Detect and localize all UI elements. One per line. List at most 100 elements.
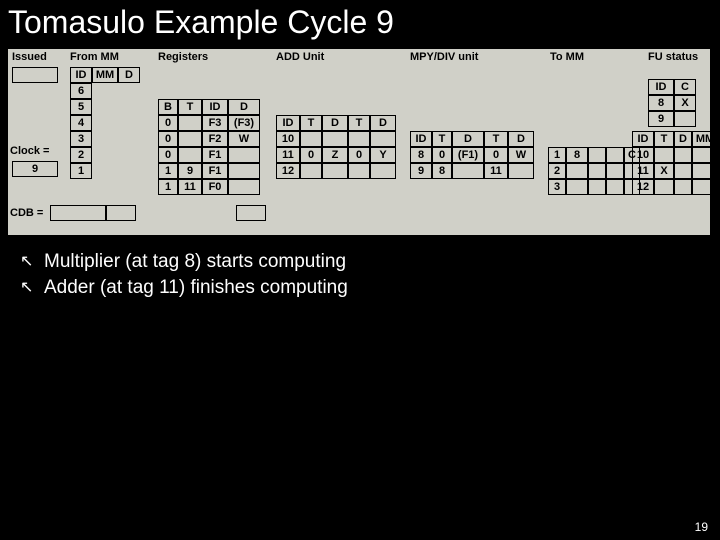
bullet-item: Multiplier (at tag 8) starts computing — [20, 249, 700, 275]
add-r1-1: 0 — [300, 147, 322, 163]
tomasulo-diagram: Issued From MM Registers ADD Unit MPY/DI… — [8, 49, 710, 235]
add-r1-0: 11 — [276, 147, 300, 163]
add-r1-4: Y — [370, 147, 396, 163]
reg-r3-0: 1 — [158, 163, 178, 179]
add-h0: ID — [276, 115, 300, 131]
fu-r0-0: 8 — [648, 95, 674, 111]
hdr-issued: Issued — [12, 51, 47, 63]
tomm-r1-0: 2 — [548, 163, 566, 179]
ful-r1-0: 11 — [632, 163, 654, 179]
mpy-h1: T — [432, 131, 452, 147]
reg-r4-0: 1 — [158, 179, 178, 195]
fu-r1-1 — [674, 111, 696, 127]
reg-r1-0: 0 — [158, 131, 178, 147]
mpy-r1-2 — [452, 163, 484, 179]
add-r2-0: 12 — [276, 163, 300, 179]
mpy-h2: D — [452, 131, 484, 147]
frommm-r5: 1 — [70, 163, 92, 179]
ful-r0-3 — [692, 147, 718, 163]
add-r0-0: 10 — [276, 131, 300, 147]
ful-h0: ID — [632, 131, 654, 147]
ful-r0-1 — [654, 147, 674, 163]
hdr-registers: Registers — [158, 51, 208, 63]
reg-r3-3 — [228, 163, 260, 179]
hdr-frommm: From MM — [70, 51, 119, 63]
clock-label: Clock = — [10, 145, 49, 157]
reg-h0: B — [158, 99, 178, 115]
ful-r1-2 — [674, 163, 692, 179]
tomm-r0-2 — [588, 147, 606, 163]
add-r1-3: 0 — [348, 147, 370, 163]
fu-r0-1: X — [674, 95, 696, 111]
mpy-r0-1: 0 — [432, 147, 452, 163]
mpy-r0-4: W — [508, 147, 534, 163]
reg-r2-1 — [178, 147, 202, 163]
reg-r0-3: (F3) — [228, 115, 260, 131]
ful-r0-0: 10 — [632, 147, 654, 163]
reg-r0-1 — [178, 115, 202, 131]
reg-r4-1: 11 — [178, 179, 202, 195]
add-r0-4 — [370, 131, 396, 147]
reg-r1-1 — [178, 131, 202, 147]
reg-h1: T — [178, 99, 202, 115]
clock-value: 9 — [12, 161, 58, 177]
frommm-r2: 4 — [70, 115, 92, 131]
ful-r1-3 — [692, 163, 718, 179]
add-h1: T — [300, 115, 322, 131]
reg-h3: D — [228, 99, 260, 115]
mpy-h4: D — [508, 131, 534, 147]
mpy-h3: T — [484, 131, 508, 147]
add-r2-4 — [370, 163, 396, 179]
fu-h0: ID — [648, 79, 674, 95]
fu-h1: C — [674, 79, 696, 95]
ful-r2-1 — [654, 179, 674, 195]
add-h4: D — [370, 115, 396, 131]
ful-h3: MM — [692, 131, 718, 147]
mpy-h0: ID — [410, 131, 432, 147]
tomm-r1-1 — [566, 163, 588, 179]
add-r0-1 — [300, 131, 322, 147]
add-r1-2: Z — [322, 147, 348, 163]
tomm-r1-3 — [606, 163, 624, 179]
bullet-item: Adder (at tag 11) finishes computing — [20, 275, 700, 301]
hdr-mpydiv: MPY/DIV unit — [410, 51, 478, 63]
tomm-r2-1 — [566, 179, 588, 195]
mpy-r1-1: 8 — [432, 163, 452, 179]
frommm-r1: 5 — [70, 99, 92, 115]
reg-r3-1: 9 — [178, 163, 202, 179]
fu-r1-0: 9 — [648, 111, 674, 127]
hdr-addunit: ADD Unit — [276, 51, 324, 63]
slide-title: Tomasulo Example Cycle 9 — [0, 0, 720, 45]
hdr-fustatus: FU status — [648, 51, 698, 63]
tomm-r2-2 — [588, 179, 606, 195]
tomm-r1-2 — [588, 163, 606, 179]
ful-r2-3 — [692, 179, 718, 195]
mpy-r1-3: 11 — [484, 163, 508, 179]
reg-h2: ID — [202, 99, 228, 115]
ful-r2-0: 12 — [632, 179, 654, 195]
tomm-r0-1: 8 — [566, 147, 588, 163]
tomm-r2-0: 3 — [548, 179, 566, 195]
frommm-r4: 2 — [70, 147, 92, 163]
cdb-t — [50, 205, 106, 221]
frommm-h0: ID — [70, 67, 92, 83]
reg-r4-2: F0 — [202, 179, 228, 195]
mpy-r1-0: 9 — [410, 163, 432, 179]
reg-r1-2: F2 — [202, 131, 228, 147]
mpy-r0-2: (F1) — [452, 147, 484, 163]
bullet-list: Multiplier (at tag 8) starts computing A… — [0, 235, 720, 315]
frommm-h2: D — [118, 67, 140, 83]
frommm-r0: 6 — [70, 83, 92, 99]
add-h2: D — [322, 115, 348, 131]
ful-r0-2 — [674, 147, 692, 163]
mpy-r0-3: 0 — [484, 147, 508, 163]
tomm-r0-0: 1 — [548, 147, 566, 163]
tomm-r2-3 — [606, 179, 624, 195]
reg-r4-3 — [228, 179, 260, 195]
add-h3: T — [348, 115, 370, 131]
cdb-extra — [236, 205, 266, 221]
tomm-r0-3 — [606, 147, 624, 163]
ful-h2: D — [674, 131, 692, 147]
issued-cell — [12, 67, 58, 83]
add-r2-3 — [348, 163, 370, 179]
